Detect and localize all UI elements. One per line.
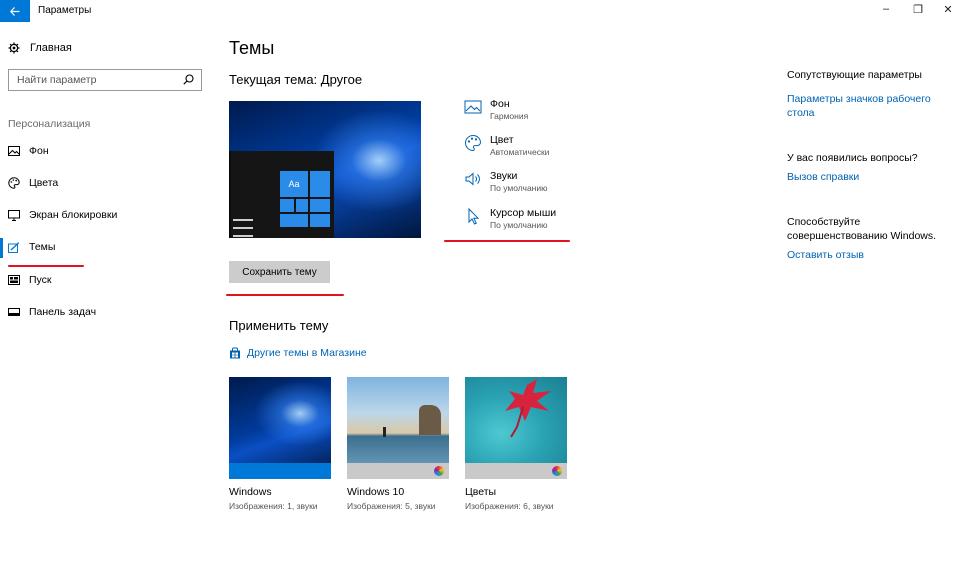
preview-tile: [280, 214, 308, 227]
sidebar-item-start[interactable]: Пуск: [8, 274, 52, 286]
improve-text: совершенствованию Windows.: [787, 230, 937, 242]
palette-icon: [465, 134, 482, 152]
property-value: Автоматически: [490, 147, 550, 157]
sidebar: Главная Найти параметр Персонализация Фо…: [0, 22, 212, 578]
window-title: Параметры: [38, 5, 92, 16]
preview-tile: [310, 171, 330, 197]
theme-thumbnail: [229, 377, 331, 479]
improve-heading: Способствуйте совершенствованию Windows.: [787, 215, 936, 243]
store-link-label: Другие темы в Магазине: [247, 347, 367, 359]
preview-menu-lines: [233, 219, 253, 238]
theme-thumbnail: [347, 377, 449, 479]
search-icon: [183, 74, 194, 85]
minimize-button[interactable]: –: [876, 3, 896, 15]
title-bar: Параметры – ❐ ✕: [0, 0, 960, 22]
taskbar-icon: [8, 306, 20, 318]
preview-tile: [280, 199, 294, 212]
annotation-underline: [444, 240, 570, 242]
improve-text: Способствуйте: [787, 216, 861, 228]
save-theme-button[interactable]: Сохранить тему: [229, 261, 330, 283]
question-heading: У вас появились вопросы?: [787, 151, 918, 165]
property-name: Фон: [490, 98, 510, 110]
monitor-icon: [8, 209, 20, 221]
color-wheel-icon: [434, 466, 444, 476]
property-name: Звуки: [490, 170, 518, 182]
annotation-underline: [226, 294, 344, 296]
property-name: Курсор мыши: [490, 207, 557, 219]
theme-name: Windows: [229, 486, 272, 498]
property-background[interactable]: Фон Гармония: [464, 98, 528, 122]
current-theme-heading: Текущая тема: Другое: [229, 72, 363, 87]
start-grid-icon: [8, 274, 20, 286]
preview-tile: [296, 199, 308, 212]
sidebar-item-lockscreen[interactable]: Экран блокировки: [8, 209, 117, 221]
theme-name: Windows 10: [347, 486, 405, 498]
theme-meta: Изображения: 5, звуки: [347, 501, 436, 511]
store-bag-icon: [230, 347, 240, 359]
property-value: По умолчанию: [490, 220, 548, 230]
active-indicator: [0, 238, 3, 258]
theme-meta: Изображения: 1, звуки: [229, 501, 318, 511]
page-title: Темы: [229, 38, 275, 58]
theme-card-windows[interactable]: Windows Изображения: 1, звуки: [229, 377, 331, 511]
property-name: Цвет: [490, 134, 514, 146]
help-link[interactable]: Вызов справки: [787, 170, 859, 184]
home-label: Главная: [30, 42, 72, 54]
gear-icon: [8, 42, 20, 54]
search-placeholder: Найти параметр: [17, 74, 97, 86]
property-value: Гармония: [490, 111, 529, 121]
back-button[interactable]: [0, 0, 30, 22]
related-settings: Сопутствующие параметры: [787, 68, 922, 82]
theme-card-windows10[interactable]: Windows 10 Изображения: 5, звуки: [347, 377, 449, 511]
apply-theme-heading: Применить тему: [229, 318, 329, 333]
sidebar-item-taskbar[interactable]: Панель задач: [8, 306, 96, 318]
sidebar-item-label: Пуск: [29, 274, 52, 286]
preview-tile: [310, 214, 330, 227]
picture-icon: [464, 100, 482, 114]
preview-tile: [310, 199, 330, 212]
theme-thumbnail: [465, 377, 567, 479]
sidebar-item-background[interactable]: Фон: [8, 145, 49, 157]
maximize-button[interactable]: ❐: [908, 3, 928, 16]
question-text: У вас появились вопросы?: [787, 152, 918, 164]
property-color[interactable]: Цвет Автоматически: [464, 134, 549, 158]
theme-name: Цветы: [465, 486, 497, 498]
property-cursor[interactable]: Курсор мыши По умолчанию: [464, 207, 556, 231]
brush-icon: [8, 241, 20, 253]
preview-tile-text: Aa: [280, 171, 308, 197]
help-link-label: Вызов справки: [787, 171, 860, 183]
feedback-link[interactable]: Оставить отзыв: [787, 248, 864, 262]
sidebar-item-label: Фон: [29, 145, 49, 157]
property-sounds[interactable]: Звуки По умолчанию: [464, 170, 547, 194]
cursor-icon: [468, 207, 480, 225]
store-themes-link[interactable]: Другие темы в Магазине: [229, 347, 367, 359]
palette-icon: [8, 177, 20, 189]
property-value: По умолчанию: [490, 183, 548, 193]
home-link[interactable]: Главная: [8, 42, 72, 54]
sidebar-item-label: Экран блокировки: [29, 209, 118, 221]
feedback-link-label: Оставить отзыв: [787, 249, 864, 261]
annotation-underline: [8, 265, 84, 267]
link-line: Параметры значков рабочего: [787, 93, 931, 105]
picture-icon: [8, 145, 20, 157]
sidebar-item-label: Цвета: [29, 177, 59, 189]
flower-shape: [505, 379, 551, 438]
theme-meta: Изображения: 6, звуки: [465, 501, 554, 511]
speaker-icon: [465, 172, 480, 186]
theme-preview: Aa: [229, 101, 421, 238]
search-input[interactable]: Найти параметр: [8, 69, 202, 91]
color-wheel-icon: [552, 466, 562, 476]
desktop-icons-link[interactable]: Параметры значков рабочего стола: [787, 92, 931, 120]
preview-taskbar: [229, 151, 231, 238]
arrow-left-icon: [10, 6, 20, 16]
sidebar-item-colors[interactable]: Цвета: [8, 177, 58, 189]
sidebar-item-themes[interactable]: Темы: [8, 241, 55, 253]
sidebar-item-label: Панель задач: [29, 306, 97, 318]
section-heading: Персонализация: [8, 118, 91, 130]
theme-card-flowers[interactable]: Цветы Изображения: 6, звуки: [465, 377, 567, 511]
sidebar-item-label: Темы: [29, 241, 56, 253]
link-line: стола: [787, 107, 815, 119]
close-button[interactable]: ✕: [938, 3, 958, 16]
related-heading: Сопутствующие параметры: [787, 69, 922, 81]
